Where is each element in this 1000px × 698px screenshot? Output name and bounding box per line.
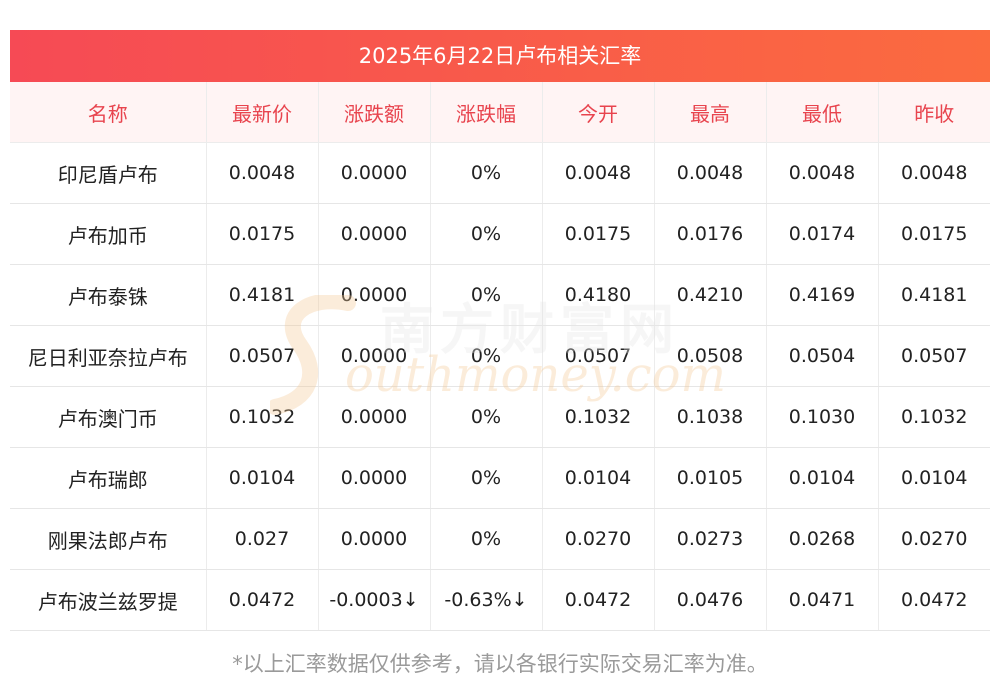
cell-open: 0.1032 [542,386,655,448]
cell-change-pct: 0% [430,386,543,448]
cell-open: 0.0472 [542,569,655,631]
column-header-prev-close: 昨收 [878,82,990,143]
table-row: 卢布波兰兹罗提 0.0472 -0.0003↓ -0.63%↓ 0.0472 0.0476… [10,569,990,631]
cell-high: 0.0176 [654,203,767,265]
column-header-change-pct: 涨跌幅 [430,82,543,143]
cell-open: 0.4180 [542,264,655,326]
cell-prev-close: 0.1032 [878,386,990,448]
cell-prev-close: 0.0104 [878,447,990,509]
column-header-low: 最低 [766,82,879,143]
cell-change-pct: 0% [430,325,543,387]
cell-change: 0.0000 [318,447,431,509]
column-header-high: 最高 [654,82,767,143]
cell-name: 印尼盾卢布 [10,142,207,204]
cell-open: 0.0175 [542,203,655,265]
cell-prev-close: 0.0472 [878,569,990,631]
table-row: 卢布澳门币 0.1032 0.0000 0% 0.1032 0.1038 0.1030 0.1… [10,386,990,448]
cell-open: 0.0507 [542,325,655,387]
cell-name: 卢布泰铢 [10,264,207,326]
cell-change: 0.0000 [318,386,431,448]
cell-low: 0.1030 [766,386,879,448]
cell-name: 卢布波兰兹罗提 [10,569,207,631]
table-row: 尼日利亚奈拉卢布 0.0507 0.0000 0% 0.0507 0.0508 0.0504… [10,325,990,387]
cell-name: 卢布澳门币 [10,386,207,448]
cell-prev-close: 0.0270 [878,508,990,570]
cell-change: 0.0000 [318,508,431,570]
cell-change: 0.0000 [318,325,431,387]
cell-change-pct: -0.63%↓ [430,569,543,631]
column-header-name: 名称 [10,82,207,143]
table-row: 刚果法郎卢布 0.027 0.0000 0% 0.0270 0.0273 0.0268 0.0… [10,508,990,570]
cell-open: 0.0048 [542,142,655,204]
cell-latest: 0.0507 [206,325,319,387]
cell-name: 卢布加币 [10,203,207,265]
cell-low: 0.0104 [766,447,879,509]
exchange-rate-table: 名称 最新价 涨跌额 涨跌幅 今开 最高 最低 昨收 印尼盾卢布 0.0048 0.… [10,82,990,631]
cell-low: 0.0471 [766,569,879,631]
cell-name: 尼日利亚奈拉卢布 [10,325,207,387]
cell-high: 0.0476 [654,569,767,631]
cell-latest: 0.1032 [206,386,319,448]
table-row: 卢布加币 0.0175 0.0000 0% 0.0175 0.0176 0.0174 0.01… [10,203,990,265]
cell-change-pct: 0% [430,142,543,204]
page-title: 2025年6月22日卢布相关汇率 [10,30,990,82]
table-row: 卢布瑞郎 0.0104 0.0000 0% 0.0104 0.0105 0.0104 0.01… [10,447,990,509]
cell-latest: 0.027 [206,508,319,570]
cell-low: 0.0504 [766,325,879,387]
table-header-row: 名称 最新价 涨跌额 涨跌幅 今开 最高 最低 昨收 [10,82,990,143]
cell-high: 0.0508 [654,325,767,387]
table-row: 卢布泰铢 0.4181 0.0000 0% 0.4180 0.4210 0.4169 0.41… [10,264,990,326]
column-header-open: 今开 [542,82,655,143]
cell-high: 0.0105 [654,447,767,509]
cell-latest: 0.0175 [206,203,319,265]
cell-high: 0.1038 [654,386,767,448]
cell-prev-close: 0.0507 [878,325,990,387]
cell-change-pct: 0% [430,203,543,265]
cell-low: 0.0048 [766,142,879,204]
cell-change: 0.0000 [318,142,431,204]
cell-low: 0.0268 [766,508,879,570]
cell-change-pct: 0% [430,447,543,509]
cell-high: 0.4210 [654,264,767,326]
cell-low: 0.0174 [766,203,879,265]
cell-change: 0.0000 [318,203,431,265]
cell-prev-close: 0.0048 [878,142,990,204]
cell-latest: 0.4181 [206,264,319,326]
column-header-change: 涨跌额 [318,82,431,143]
disclaimer-text: *以上汇率数据仅供参考，请以各银行实际交易汇率为准。 [232,652,768,676]
cell-prev-close: 0.0175 [878,203,990,265]
cell-change-pct: 0% [430,508,543,570]
cell-low: 0.4169 [766,264,879,326]
cell-latest: 0.0048 [206,142,319,204]
cell-latest: 0.0104 [206,447,319,509]
cell-high: 0.0048 [654,142,767,204]
cell-high: 0.0273 [654,508,767,570]
cell-prev-close: 0.4181 [878,264,990,326]
cell-open: 0.0270 [542,508,655,570]
cell-change: 0.0000 [318,264,431,326]
column-header-latest: 最新价 [206,82,319,143]
cell-name: 卢布瑞郎 [10,447,207,509]
cell-name: 刚果法郎卢布 [10,508,207,570]
cell-change: -0.0003↓ [318,569,431,631]
cell-change-pct: 0% [430,264,543,326]
table-row: 印尼盾卢布 0.0048 0.0000 0% 0.0048 0.0048 0.0048 0.0… [10,142,990,204]
cell-latest: 0.0472 [206,569,319,631]
cell-open: 0.0104 [542,447,655,509]
